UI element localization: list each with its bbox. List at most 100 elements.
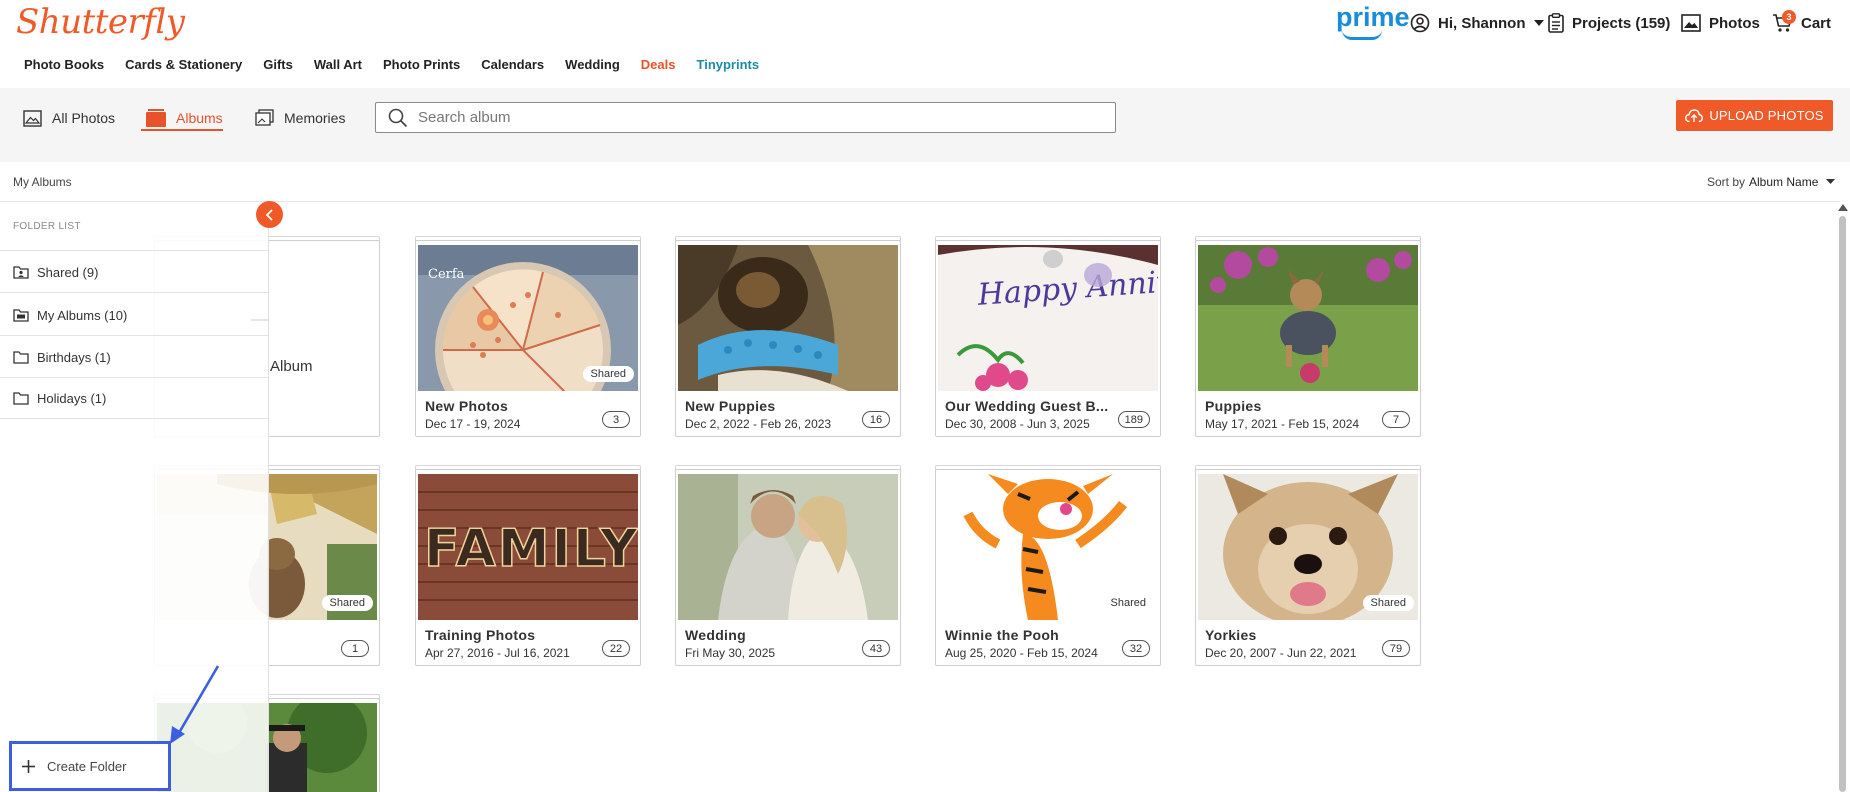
album-card-new-puppies[interactable]: New Puppies Dec 2, 2022 - Feb 26, 2023 1… xyxy=(675,240,901,437)
album-dates: May 17, 2021 - Feb 15, 2024 xyxy=(1205,417,1360,431)
folder-label: Shared (9) xyxy=(37,264,99,280)
photo-count-badge: 79 xyxy=(1382,640,1410,657)
main-nav: Photo Books Cards & Stationery Gifts Wal… xyxy=(24,57,759,72)
folder-label: My Albums (10) xyxy=(37,307,128,323)
album-dates: Fri May 30, 2025 xyxy=(685,646,776,660)
photo-count-badge: 16 xyxy=(862,411,890,428)
scroll-up-arrow[interactable] xyxy=(1838,204,1848,211)
tab-albums-label: Albums xyxy=(176,110,223,126)
folder-item-shared[interactable]: Shared (9) xyxy=(0,252,268,293)
photo-icon xyxy=(1681,14,1701,32)
tab-all-photos[interactable]: All Photos xyxy=(23,103,115,133)
tab-memories[interactable]: Memories xyxy=(255,103,345,133)
album-thumbnail xyxy=(678,245,898,391)
cake-brand-text: Cerfa xyxy=(428,267,465,282)
nav-deals[interactable]: Deals xyxy=(641,57,676,72)
folder-icon xyxy=(13,392,29,405)
album-dates: Dec 17 - 19, 2024 xyxy=(425,417,521,431)
nav-gifts[interactable]: Gifts xyxy=(263,57,293,72)
tab-all-photos-label: All Photos xyxy=(52,110,116,126)
cart-count-badge: 3 xyxy=(1782,10,1796,24)
nav-wedding[interactable]: Wedding xyxy=(565,57,620,72)
album-dates: Dec 20, 2007 - Jun 22, 2021 xyxy=(1205,646,1357,660)
shared-folder-icon xyxy=(13,266,29,279)
album-name: Training Photos xyxy=(425,627,536,643)
album-card-our-wedding-guest-book[interactable]: Happy Anniversary Our Wedding Guest B...… xyxy=(935,240,1161,437)
greeting-text: Hi, Shannon xyxy=(1438,14,1526,32)
photo-count-badge: 43 xyxy=(862,640,890,657)
album-thumbnail xyxy=(678,474,898,620)
search-icon xyxy=(388,108,408,127)
scrollbar-thumb[interactable] xyxy=(1839,216,1846,792)
shared-badge: Shared xyxy=(1362,595,1414,611)
plus-icon xyxy=(22,759,35,773)
tab-memories-label: Memories xyxy=(284,110,346,126)
photo-count-badge: 7 xyxy=(1382,411,1410,428)
upload-photos-label: UPLOAD PHOTOS xyxy=(1709,108,1824,123)
prime-logo: prime xyxy=(1336,2,1410,32)
nav-photo-prints[interactable]: Photo Prints xyxy=(383,57,460,72)
account-menu[interactable]: Hi, Shannon xyxy=(1410,10,1544,36)
album-name: Wedding xyxy=(685,627,746,643)
photo-icon xyxy=(23,109,42,127)
album-dates: Apr 27, 2016 - Jul 16, 2021 xyxy=(425,646,570,660)
collapse-panel-button[interactable] xyxy=(256,201,283,228)
caret-down-icon xyxy=(1826,179,1836,184)
album-card-training-photos[interactable]: FAMILY Training Photos Apr 27, 2016 - Ju… xyxy=(415,469,641,666)
nav-tinyprints[interactable]: Tinyprints xyxy=(697,57,760,72)
folder-item-birthdays[interactable]: Birthdays (1) xyxy=(0,337,268,378)
shared-badge: Shared xyxy=(321,595,373,611)
sort-dropdown[interactable]: Sort by Album Name xyxy=(1707,175,1836,189)
user-icon xyxy=(1410,13,1430,33)
active-tab-indicator xyxy=(141,129,223,131)
nav-cards-stationery[interactable]: Cards & Stationery xyxy=(125,57,242,72)
album-dates: Aug 25, 2020 - Feb 15, 2024 xyxy=(945,646,1098,660)
photo-count-badge: 189 xyxy=(1117,411,1150,428)
create-folder-button[interactable]: Create Folder xyxy=(9,741,171,791)
folder-item-holidays[interactable]: Holidays (1) xyxy=(0,378,268,419)
cart-label: Cart xyxy=(1801,14,1832,32)
cloud-upload-icon xyxy=(1685,108,1704,122)
breadcrumb: My Albums xyxy=(13,175,72,189)
search-input[interactable] xyxy=(418,109,1058,126)
sort-label: Sort by xyxy=(1707,175,1746,189)
shutterfly-logo[interactable]: Shutterfly xyxy=(16,2,185,42)
shared-badge: Shared xyxy=(582,366,634,382)
shared-badge: Shared xyxy=(1102,595,1154,611)
my-albums-folder-icon xyxy=(13,309,29,322)
photo-count-badge: 32 xyxy=(1122,640,1150,657)
album-search[interactable] xyxy=(375,102,1116,133)
nav-photo-books[interactable]: Photo Books xyxy=(24,57,104,72)
album-thumbnail xyxy=(1198,245,1418,391)
cart-link[interactable]: Cart xyxy=(1772,10,1831,36)
projects-label: Projects (159) xyxy=(1572,14,1671,32)
annotation-arrow-icon xyxy=(168,664,220,751)
album-thumbnail: FAMILY xyxy=(418,474,638,620)
album-card-winnie-the-pooh[interactable]: Shared Winnie the Pooh Aug 25, 2020 - Fe… xyxy=(935,469,1161,666)
clipboard-icon xyxy=(1548,13,1564,33)
folder-label: Birthdays (1) xyxy=(37,349,111,365)
photo-count-badge: 3 xyxy=(602,411,630,428)
album-thumbnail: Happy Anniversary xyxy=(938,245,1158,391)
caret-down-icon xyxy=(1533,20,1544,26)
album-card-puppies[interactable]: Puppies May 17, 2021 - Feb 15, 2024 7 xyxy=(1195,240,1421,437)
album-card-yorkies[interactable]: Shared Yorkies Dec 20, 2007 - Jun 22, 20… xyxy=(1195,469,1421,666)
folder-item-my-albums[interactable]: My Albums (10) xyxy=(0,295,268,336)
album-card-new-photos[interactable]: Cerfa Shared New Photos Dec 17 - 19, 202… xyxy=(415,240,641,437)
create-folder-label: Create Folder xyxy=(47,758,127,774)
nav-calendars[interactable]: Calendars xyxy=(481,57,544,72)
albums-icon xyxy=(146,109,166,127)
album-name: Puppies xyxy=(1205,398,1262,414)
divider xyxy=(0,250,268,251)
create-album-label: Album xyxy=(270,358,313,375)
chevron-left-icon xyxy=(265,208,273,221)
projects-link[interactable]: Projects (159) xyxy=(1548,10,1670,36)
upload-photos-button[interactable]: UPLOAD PHOTOS xyxy=(1676,100,1833,131)
album-name: Yorkies xyxy=(1205,627,1257,643)
photos-link[interactable]: Photos xyxy=(1681,10,1760,36)
nav-wall-art[interactable]: Wall Art xyxy=(314,57,362,72)
album-name: New Puppies xyxy=(685,398,776,414)
album-name: New Photos xyxy=(425,398,509,414)
album-card-wedding[interactable]: Wedding Fri May 30, 2025 43 xyxy=(675,469,901,666)
photos-label: Photos xyxy=(1709,14,1760,32)
